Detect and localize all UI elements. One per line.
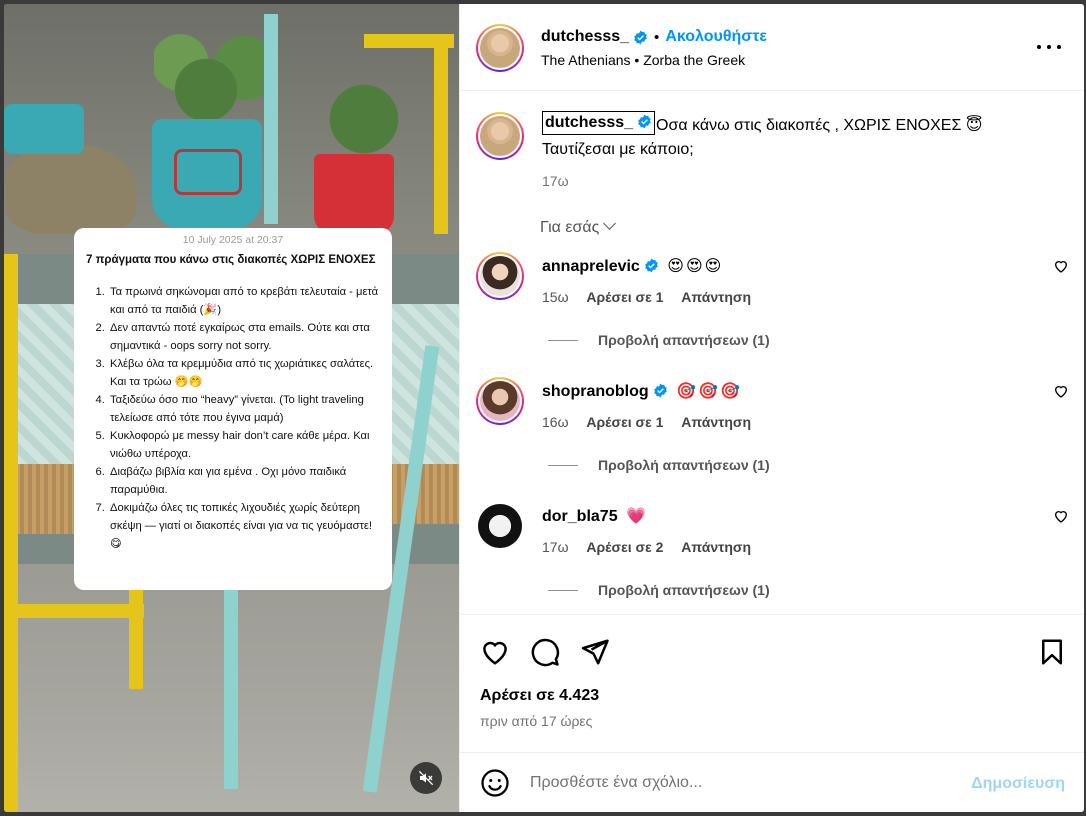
comment-username[interactable]: annaprelevic xyxy=(542,258,640,275)
verified-badge-icon xyxy=(653,383,667,398)
comment-item: shopranoblog 🎯🎯🎯 16ω Αρέσει σε 1 Απάντησ… xyxy=(460,377,1084,497)
comment-header: annaprelevic 😍😍😍 xyxy=(542,256,723,276)
verified-badge-icon xyxy=(645,258,658,273)
verified-badge-icon xyxy=(634,30,647,44)
comment-input[interactable] xyxy=(530,767,950,799)
comment-username[interactable]: shopranoblog xyxy=(542,383,649,400)
comment-time[interactable]: 17ω xyxy=(542,539,569,555)
mute-button[interactable] xyxy=(410,762,442,794)
comment-bubble-icon[interactable] xyxy=(530,637,560,667)
replies-divider xyxy=(548,339,578,341)
header-title-row: dutchesss_ • Ακολουθήστε xyxy=(541,26,767,48)
post-comment-button[interactable]: Δημοσίευση xyxy=(971,775,1065,793)
chevron-down-icon xyxy=(603,217,617,230)
comments-section[interactable]: dutchesss_Οσα κάνω στις διακοπές , ΧΩΡΙΣ… xyxy=(460,92,1084,614)
comment-header: dor_bla75 💗 xyxy=(542,506,648,526)
comment-likes[interactable]: Αρέσει σε 1 xyxy=(586,414,663,430)
replies-divider xyxy=(548,464,578,466)
post-header: dutchesss_ • Ακολουθήστε The Athenians •… xyxy=(460,4,1084,91)
comment-item: dor_bla75 💗 17ω Αρέσει σε 2 Απάντηση Προ… xyxy=(460,502,1084,614)
reply-button[interactable]: Απάντηση xyxy=(681,414,751,430)
comment-avatar[interactable] xyxy=(476,252,524,300)
save-bookmark-icon[interactable] xyxy=(1037,637,1067,667)
post-media[interactable]: 10 July 2025 at 20:37 7 πράγματα που κάν… xyxy=(4,4,459,812)
view-replies-button[interactable]: Προβολή απαντήσεων (1) xyxy=(548,582,770,598)
comment-meta: 15ω Αρέσει σε 1 Απάντηση xyxy=(542,289,765,305)
comment-likes[interactable]: Αρέσει σε 2 xyxy=(586,539,663,555)
note-item: Δεν απαντώ ποτέ εγκαίρως στα emails. Ούτ… xyxy=(108,319,380,355)
comment-meta: 16ω Αρέσει σε 1 Απάντηση xyxy=(542,414,765,430)
view-replies-label: Προβολή απαντήσεων (1) xyxy=(598,332,770,348)
reply-button[interactable]: Απάντηση xyxy=(681,289,751,305)
reply-button[interactable]: Απάντηση xyxy=(681,539,751,555)
comment-avatar[interactable] xyxy=(478,504,522,548)
caption-time[interactable]: 17ω xyxy=(542,173,569,189)
post-timestamp[interactable]: πριν από 17 ώρες xyxy=(480,713,592,729)
view-replies-button[interactable]: Προβολή απαντήσεων (1) xyxy=(548,332,770,348)
verified-badge-icon xyxy=(638,114,651,129)
note-item: Δοκιμάζω όλες τις τοπικές λιχουδιές χωρί… xyxy=(108,499,380,553)
comment-like-heart-icon[interactable] xyxy=(1053,508,1069,524)
caption-avatar[interactable] xyxy=(476,112,524,160)
note-overlay: 10 July 2025 at 20:37 7 πράγματα που κάν… xyxy=(74,228,392,590)
comment-sort-dropdown[interactable]: Για εσάς xyxy=(540,217,617,237)
comment-likes[interactable]: Αρέσει σε 1 xyxy=(586,289,663,305)
note-list: Τα πρωινά σηκώνομαι από το κρεβάτι τελευ… xyxy=(86,283,380,553)
view-replies-button[interactable]: Προβολή απαντήσεων (1) xyxy=(548,457,770,473)
replies-divider xyxy=(548,589,578,591)
note-title: 7 πράγματα που κάνω στις διακοπές ΧΩΡΙΣ … xyxy=(86,254,376,266)
post-actions: Αρέσει σε 4.423 πριν από 17 ώρες xyxy=(460,614,1084,764)
comment-item: annaprelevic 😍😍😍 15ω Αρέσει σε 1 Απάντησ… xyxy=(460,252,1084,372)
note-item: Διαβάζω βιβλία και για εμένα . Οχι μόνο … xyxy=(108,463,380,499)
like-heart-icon[interactable] xyxy=(480,637,510,667)
comment-composer: Δημοσίευση xyxy=(460,752,1084,812)
author-avatar[interactable] xyxy=(476,24,524,72)
sort-label: Για εσάς xyxy=(540,219,600,236)
caption-username[interactable]: dutchesss_ xyxy=(542,111,656,135)
post-side-panel: dutchesss_ • Ακολουθήστε The Athenians •… xyxy=(459,4,1084,812)
note-date: 10 July 2025 at 20:37 xyxy=(182,234,284,246)
audio-location-subtitle[interactable]: The Athenians • Zorba the Greek xyxy=(541,52,745,68)
header-dot: • xyxy=(654,28,660,46)
follow-button[interactable]: Ακολουθήστε xyxy=(665,28,767,46)
post-modal: 10 July 2025 at 20:37 7 πράγματα που κάν… xyxy=(4,4,1084,812)
note-item: Ταξιδεύω όσο πιο “heavy” γίνεται. (To li… xyxy=(108,391,380,427)
more-options-button[interactable] xyxy=(1037,40,1061,54)
comment-time[interactable]: 16ω xyxy=(542,414,569,430)
comment-header: shopranoblog 🎯🎯🎯 xyxy=(542,381,742,401)
emoji-icon[interactable] xyxy=(480,768,510,798)
note-item: Κυκλοφορώ με messy hair don’t care κάθε … xyxy=(108,427,380,463)
view-replies-label: Προβολή απαντήσεων (1) xyxy=(598,582,770,598)
comment-like-heart-icon[interactable] xyxy=(1053,383,1069,399)
view-replies-label: Προβολή απαντήσεων (1) xyxy=(598,457,770,473)
comment-username[interactable]: dor_bla75 xyxy=(542,508,618,525)
comment-meta: 17ω Αρέσει σε 2 Απάντηση xyxy=(542,539,765,555)
author-username[interactable]: dutchesss_ xyxy=(541,28,629,46)
speaker-muted-icon xyxy=(418,770,434,786)
comment-avatar[interactable] xyxy=(476,377,524,425)
note-item: Τα πρωινά σηκώνομαι από το κρεβάτι τελευ… xyxy=(108,283,380,319)
comment-text: 🎯🎯🎯 xyxy=(676,383,742,400)
comment-text: 😍😍😍 xyxy=(667,258,724,275)
note-item: Κλέβω όλα τα κρεμμύδια από τις χωριάτικε… xyxy=(108,355,380,391)
comment-like-heart-icon[interactable] xyxy=(1053,258,1069,274)
comment-time[interactable]: 15ω xyxy=(542,289,569,305)
comment-text: 💗 xyxy=(626,508,648,525)
caption-username-label: dutchesss_ xyxy=(545,114,634,131)
share-send-icon[interactable] xyxy=(580,637,610,667)
likes-count[interactable]: Αρέσει σε 4.423 xyxy=(480,687,599,705)
